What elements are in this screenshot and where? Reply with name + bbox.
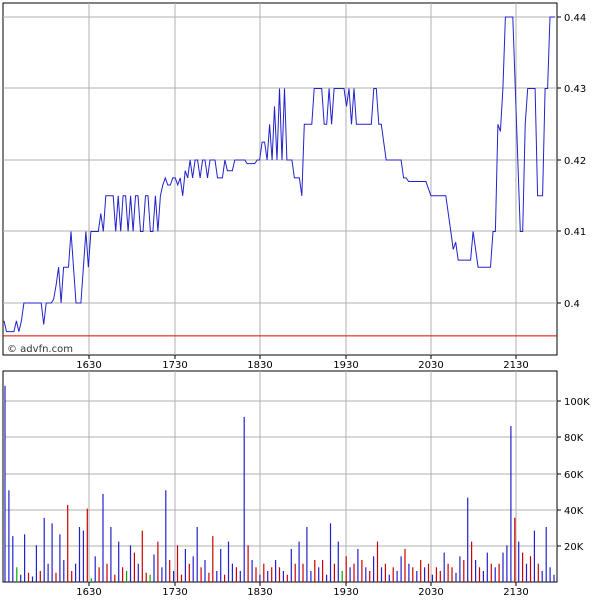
volume-panel — [2, 370, 558, 583]
price-y-tick-label: 0.41 — [564, 227, 586, 238]
chart-canvas: 0.4 0.41 0.42 0.43 0.44 1630 1730 1830 1930 2030… — [2, 2, 590, 598]
price-x-tick-label: 2030 — [418, 360, 443, 371]
volume-y-tick-label: 20K — [564, 542, 584, 553]
volume-x-tick-label: 1830 — [247, 587, 272, 598]
volume-x-tick-label: 1930 — [333, 587, 358, 598]
price-plot-frame — [2, 2, 558, 356]
price-y-tick-label: 0.43 — [564, 84, 586, 95]
price-x-tick-label: 1930 — [333, 360, 358, 371]
price-y-tick-label: 0.42 — [564, 156, 586, 167]
price-x-tick-label: 1730 — [162, 360, 187, 371]
volume-x-tick-label: 2130 — [503, 587, 528, 598]
price-panel — [2, 2, 558, 356]
volume-plot-frame — [2, 370, 558, 583]
volume-y-tick-label: 60K — [564, 470, 584, 481]
price-y-tick-label: 0.4 — [564, 299, 580, 310]
volume-x-tick-label: 1730 — [162, 587, 187, 598]
volume-y-tick-label: 40K — [564, 506, 584, 517]
volume-x-tick-label: 2030 — [418, 587, 443, 598]
volume-x-axis: 1630 1730 1830 1930 2030 2130 — [76, 582, 529, 598]
volume-x-tick-label: 1630 — [76, 587, 101, 598]
price-x-tick-label: 1830 — [247, 360, 272, 371]
watermark: © advfn.com — [7, 344, 73, 355]
price-x-axis: 1630 1730 1830 1930 2030 2130 — [76, 355, 529, 371]
price-x-tick-label: 1630 — [76, 360, 101, 371]
volume-y-tick-label: 80K — [564, 433, 584, 444]
price-y-axis: 0.4 0.41 0.42 0.43 0.44 — [557, 13, 586, 310]
chart-stage: 0.4 0.41 0.42 0.43 0.44 1630 1730 1830 1930 2030… — [0, 0, 600, 600]
volume-y-axis: 20K 40K 60K 80K 100K — [557, 397, 590, 553]
price-x-tick-label: 2130 — [503, 360, 528, 371]
volume-y-tick-label: 100K — [564, 397, 590, 408]
price-y-tick-label: 0.44 — [564, 13, 586, 24]
